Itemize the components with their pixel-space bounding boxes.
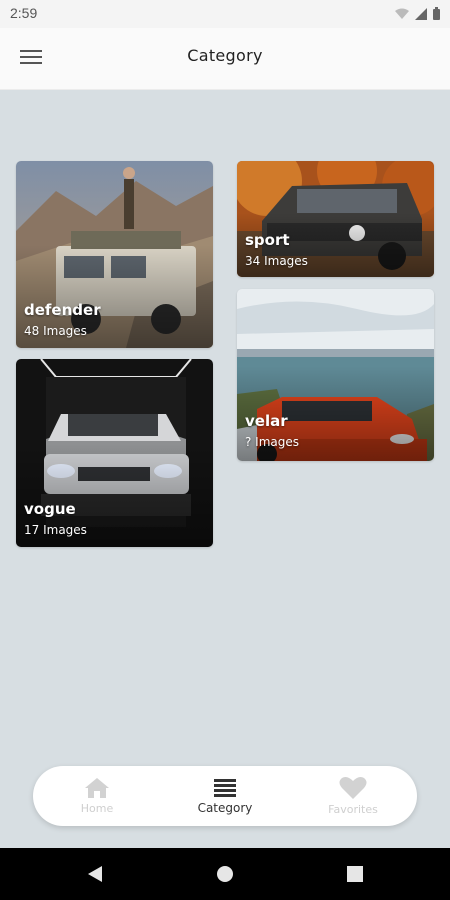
status-time: 2:59 — [10, 5, 38, 21]
card-count: 17 Images — [24, 523, 87, 537]
card-title: defender — [24, 301, 101, 319]
category-card-defender[interactable]: defender 48 Images — [16, 161, 213, 348]
card-title: velar — [245, 412, 288, 430]
app-bar: Category — [0, 28, 450, 90]
heart-icon — [339, 777, 367, 799]
nav-item-category[interactable]: Category — [161, 766, 289, 826]
nav-label-home: Home — [80, 802, 114, 815]
card-title: sport — [245, 231, 290, 249]
category-card-sport[interactable]: sport 34 Images — [237, 161, 434, 277]
card-count: ? Images — [245, 435, 300, 449]
nav-item-favorites[interactable]: Favorites — [289, 766, 417, 826]
list-icon — [214, 778, 236, 797]
signal-icon — [415, 7, 427, 20]
category-card-velar[interactable]: velar ? Images — [237, 289, 434, 461]
card-count: 48 Images — [24, 324, 87, 338]
card-count: 34 Images — [245, 254, 308, 268]
wifi-icon — [395, 8, 409, 19]
nav-label-category: Category — [197, 800, 253, 815]
back-icon[interactable] — [86, 864, 104, 884]
category-card-vogue[interactable]: vogue 17 Images — [16, 359, 213, 547]
status-icons — [395, 7, 440, 20]
bottom-navigation: Home Category Favorites — [33, 766, 417, 826]
nav-item-home[interactable]: Home — [33, 766, 161, 826]
page-title: Category — [187, 46, 263, 65]
battery-icon — [433, 7, 440, 20]
home-icon — [85, 778, 109, 798]
card-title: vogue — [24, 500, 76, 518]
status-bar: 2:59 — [0, 0, 450, 28]
nav-label-favorites: Favorites — [328, 803, 378, 816]
system-navigation-bar — [0, 848, 450, 900]
recents-icon[interactable] — [346, 865, 364, 883]
home-circle-icon[interactable] — [216, 865, 234, 883]
